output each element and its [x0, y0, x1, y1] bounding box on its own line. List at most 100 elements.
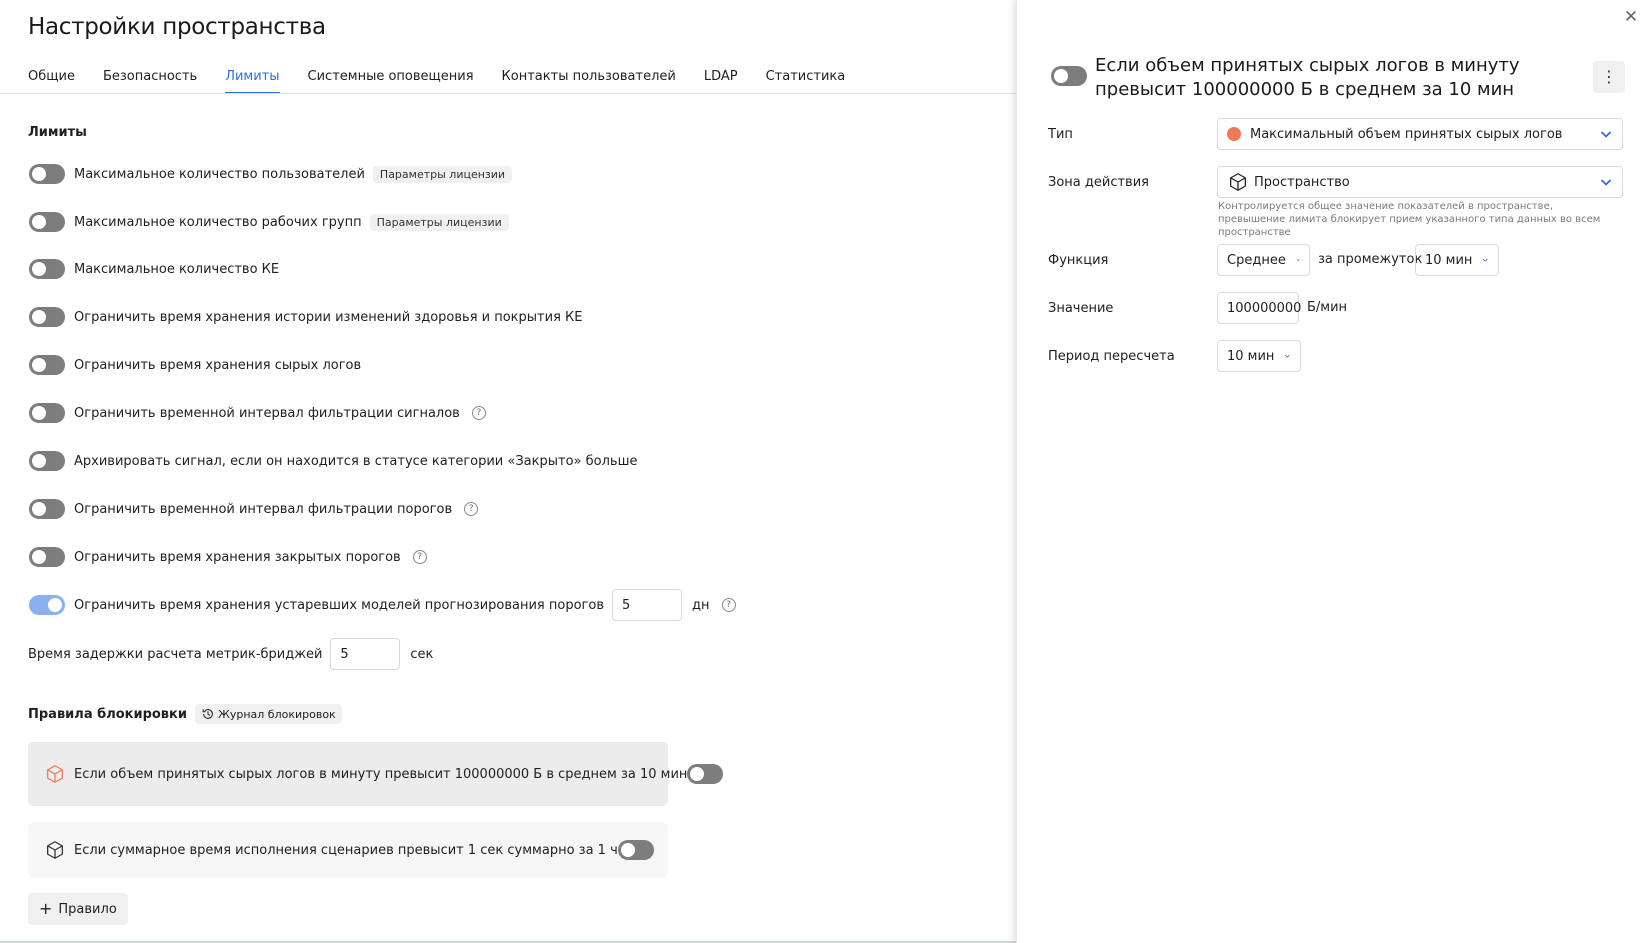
limit-label: Ограничить время хранения закрытых порог… — [74, 549, 401, 565]
limit-label: Ограничить временной интервал фильтрации… — [74, 501, 453, 517]
limits-section-title: Лимиты — [28, 125, 87, 140]
delay-input[interactable]: 5 — [330, 638, 401, 670]
forecast-days-input[interactable]: 5 — [612, 589, 682, 621]
type-value: Максимальный объем принятых сырых логов — [1250, 126, 1563, 142]
limit-toggle-max-ke[interactable] — [29, 259, 65, 279]
limit-label: Ограничить время хранения истории измене… — [74, 309, 583, 325]
limit-label: Максимальное количество рабочих групп — [74, 214, 362, 230]
rule-toggle-scenario-time[interactable] — [617, 840, 654, 860]
chevron-down-icon — [1285, 354, 1291, 358]
chevron-down-icon — [1600, 179, 1612, 186]
rule-card-raw-logs[interactable]: Если объем принятых сырых логов в минуту… — [28, 742, 724, 806]
interval-select[interactable]: 10 мин — [1415, 244, 1499, 276]
limit-toggle-threshold-filter[interactable] — [29, 499, 65, 519]
tab-security[interactable]: Безопасность — [103, 68, 197, 94]
zone-select[interactable]: Пространство — [1217, 166, 1623, 198]
limit-toggle-forecast-models[interactable] — [29, 595, 65, 615]
add-rule-label: Правило — [58, 901, 117, 917]
help-icon[interactable]: ? — [721, 598, 736, 612]
limit-toggle-max-users[interactable] — [29, 164, 65, 184]
cube-icon — [1230, 173, 1246, 191]
block-journal-label: Журнал блокировок — [217, 707, 336, 721]
limit-toggle-raw-logs[interactable] — [29, 355, 65, 375]
tab-general[interactable]: Общие — [28, 68, 75, 94]
type-color-dot — [1227, 127, 1241, 141]
function-value: Среднее — [1227, 252, 1286, 268]
license-tag: Параметры лицензии — [372, 165, 513, 183]
tab-system-alerts[interactable]: Системные оповещения — [308, 68, 474, 94]
function-select[interactable]: Среднее — [1217, 244, 1310, 276]
close-icon[interactable]: ✕ — [1622, 8, 1640, 26]
limit-row-max-ke: Максимальное количество КЕ — [29, 257, 279, 281]
limit-row-threshold-filter: Ограничить временной интервал фильтрации… — [29, 497, 479, 521]
interval-label: за промежуток — [1318, 252, 1423, 267]
function-label: Функция — [1048, 253, 1109, 268]
limit-label: Ограничить временной интервал фильтрации… — [74, 405, 460, 421]
rule-details-panel: ✕ Если объем принятых сырых логов в мину… — [1016, 0, 1652, 943]
period-label: Период пересчета — [1048, 349, 1175, 364]
block-journal-button[interactable]: Журнал блокировок — [194, 704, 342, 724]
panel-title: Если объем принятых сырых логов в минуту… — [1095, 55, 1520, 100]
plus-icon: + — [39, 899, 53, 918]
limit-toggle-max-workgroups[interactable] — [29, 212, 65, 232]
limit-row-archive-signal: Архивировать сигнал, если он находится в… — [29, 449, 637, 473]
period-value: 10 мин — [1227, 348, 1275, 364]
limit-label: Максимальное количество КЕ — [74, 261, 280, 277]
cube-icon — [47, 841, 63, 859]
delay-label: Время задержки расчета метрик-бриджей — [28, 646, 323, 662]
rules-title: Правила блокировки — [28, 706, 187, 722]
value-input[interactable]: 100000000 — [1217, 292, 1301, 324]
value-label: Значение — [1048, 301, 1114, 316]
limit-row-max-users: Максимальное количество пользователей Па… — [29, 162, 513, 186]
help-icon[interactable]: ? — [464, 502, 479, 516]
value-unit: Б/мин — [1307, 300, 1348, 315]
zone-value: Пространство — [1254, 174, 1350, 190]
tabs-divider — [0, 93, 1016, 94]
help-icon[interactable]: ? — [471, 406, 486, 420]
delay-row: Время задержки расчета метрик-бриджей 5 … — [28, 638, 433, 670]
tab-user-contacts[interactable]: Контакты пользователей — [502, 68, 676, 94]
zone-hint: Контролируется общее значение показателе… — [1218, 201, 1601, 238]
chevron-down-icon — [1483, 258, 1489, 262]
history-icon — [202, 709, 213, 719]
tab-limits[interactable]: Лимиты — [225, 68, 280, 94]
limit-row-max-workgroups: Максимальное количество рабочих групп Па… — [29, 210, 509, 234]
limit-row-closed-thresholds: Ограничить время хранения закрытых порог… — [29, 545, 427, 569]
zone-label: Зона действия — [1048, 175, 1149, 190]
unit-label: сек — [410, 646, 434, 662]
limit-toggle-signal-filter[interactable] — [29, 403, 65, 423]
help-icon[interactable]: ? — [412, 550, 427, 564]
limit-label: Максимальное количество пользователей — [74, 166, 365, 182]
more-vertical-icon: ⋮ — [1601, 67, 1617, 86]
rule-toggle-raw-logs[interactable] — [687, 764, 724, 784]
type-label: Тип — [1048, 127, 1073, 142]
cube-icon — [47, 765, 63, 783]
limit-toggle-health-history[interactable] — [29, 307, 65, 327]
limit-toggle-archive-signal[interactable] — [29, 451, 65, 471]
tab-statistics[interactable]: Статистика — [766, 68, 846, 94]
tabs-bar: Общие Безопасность Лимиты Системные опов… — [28, 68, 873, 94]
limit-row-forecast-models: Ограничить время хранения устаревших мод… — [29, 589, 736, 621]
period-select[interactable]: 10 мин — [1217, 340, 1301, 372]
panel-rule-toggle[interactable] — [1051, 66, 1087, 86]
type-select[interactable]: Максимальный объем принятых сырых логов — [1217, 118, 1623, 150]
rules-header: Правила блокировки Журнал блокировок — [28, 702, 342, 726]
chevron-down-icon — [1600, 131, 1612, 138]
limit-row-raw-logs: Ограничить время хранения сырых логов — [29, 353, 361, 377]
limit-label: Архивировать сигнал, если он находится в… — [74, 453, 638, 469]
limit-toggle-closed-thresholds[interactable] — [29, 547, 65, 567]
rule-text: Если суммарное время исполнения сценарие… — [74, 842, 618, 858]
tab-ldap[interactable]: LDAP — [704, 68, 738, 94]
rule-card-scenario-time[interactable]: Если суммарное время исполнения сценарие… — [28, 822, 668, 878]
more-menu-button[interactable]: ⋮ — [1593, 61, 1625, 93]
interval-value: 10 мин — [1425, 252, 1473, 268]
settings-page: Настройки пространства Общие Безопасност… — [0, 0, 1016, 943]
page-title: Настройки пространства — [28, 14, 326, 40]
unit-label: дн — [692, 597, 710, 613]
add-rule-button[interactable]: + Правило — [28, 893, 128, 925]
limit-row-health-history: Ограничить время хранения истории измене… — [29, 305, 582, 329]
license-tag: Параметры лицензии — [369, 213, 509, 231]
limit-row-signal-filter: Ограничить временной интервал фильтрации… — [29, 401, 486, 425]
rule-text: Если объем принятых сырых логов в минуту… — [74, 766, 688, 782]
panel-toggle-wrap — [1051, 66, 1087, 86]
